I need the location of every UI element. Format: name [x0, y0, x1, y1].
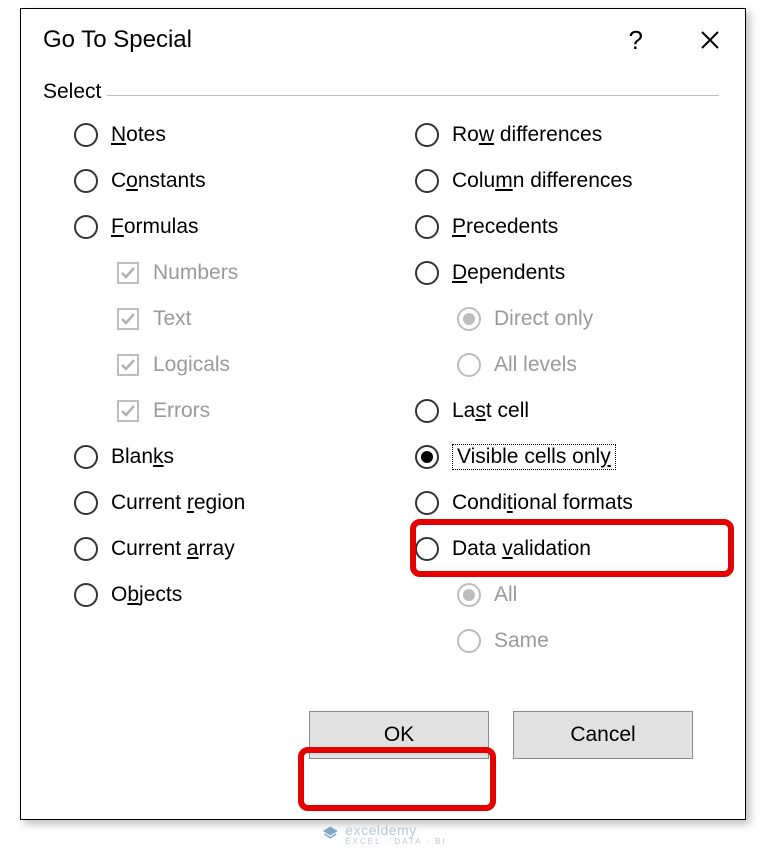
option-blanks[interactable]: Blanks — [47, 434, 378, 480]
radio-icon — [415, 399, 439, 423]
checkbox-icon — [117, 308, 139, 330]
option-numbers: Numbers — [47, 250, 378, 296]
option-formulas[interactable]: Formulas — [47, 204, 378, 250]
left-column: Notes Constants Formulas Numbers — [47, 112, 378, 664]
option-data-validation[interactable]: Data validation — [388, 526, 719, 572]
radio-icon — [74, 215, 98, 239]
label-data-validation: Data validation — [452, 537, 591, 561]
label-numbers: Numbers — [153, 261, 238, 285]
label-column-differences: Column differences — [452, 169, 633, 193]
label-blanks: Blanks — [111, 445, 174, 469]
watermark-tag: EXCEL · DATA · BI — [345, 838, 446, 846]
radio-icon — [457, 583, 481, 607]
radio-icon — [415, 445, 439, 469]
label-dependents: Dependents — [452, 261, 565, 285]
titlebar: Go To Special ? — [21, 9, 745, 71]
option-same: Same — [388, 618, 719, 664]
checkbox-icon — [117, 354, 139, 376]
label-direct-only: Direct only — [494, 307, 593, 331]
radio-icon — [457, 629, 481, 653]
label-same: Same — [494, 629, 549, 653]
label-current-array: Current array — [111, 537, 235, 561]
option-current-array[interactable]: Current array — [47, 526, 378, 572]
watermark: exceldemy EXCEL · DATA · BI — [321, 822, 446, 846]
radio-icon — [415, 215, 439, 239]
label-errors: Errors — [153, 399, 210, 423]
label-all-levels: All levels — [494, 353, 577, 377]
go-to-special-dialog: Go To Special ? Select Notes Constants — [20, 8, 746, 820]
radio-icon — [74, 445, 98, 469]
option-conditional-formats[interactable]: Conditional formats — [388, 480, 719, 526]
radio-icon — [415, 537, 439, 561]
ok-button[interactable]: OK — [309, 711, 489, 759]
radio-icon — [74, 537, 98, 561]
label-constants: Constants — [111, 169, 206, 193]
close-button[interactable] — [697, 27, 723, 53]
label-notes: Notes — [111, 123, 166, 147]
radio-icon — [415, 123, 439, 147]
radio-icon — [415, 261, 439, 285]
option-all-levels: All levels — [388, 342, 719, 388]
option-text: Text — [47, 296, 378, 342]
radio-icon — [74, 583, 98, 607]
option-dependents[interactable]: Dependents — [388, 250, 719, 296]
checkbox-icon — [117, 400, 139, 422]
checkbox-icon — [117, 262, 139, 284]
radio-icon — [457, 307, 481, 331]
option-last-cell[interactable]: Last cell — [388, 388, 719, 434]
label-conditional-formats: Conditional formats — [452, 491, 633, 515]
option-constants[interactable]: Constants — [47, 158, 378, 204]
button-row: OK Cancel — [47, 711, 719, 759]
close-icon — [698, 28, 722, 52]
label-text: Text — [153, 307, 192, 331]
select-group: Select Notes Constants Formulas — [47, 95, 719, 683]
label-current-region: Current region — [111, 491, 245, 515]
radio-icon — [74, 123, 98, 147]
radio-icon — [74, 169, 98, 193]
radio-icon — [457, 353, 481, 377]
radio-icon — [415, 491, 439, 515]
option-all: All — [388, 572, 719, 618]
option-current-region[interactable]: Current region — [47, 480, 378, 526]
label-objects: Objects — [111, 583, 182, 607]
label-formulas: Formulas — [111, 215, 199, 239]
option-column-differences[interactable]: Column differences — [388, 158, 719, 204]
label-last-cell: Last cell — [452, 399, 529, 423]
option-notes[interactable]: Notes — [47, 112, 378, 158]
group-label: Select — [43, 80, 107, 104]
option-visible-cells-only[interactable]: Visible cells only — [388, 434, 719, 480]
option-row-differences[interactable]: Row differences — [388, 112, 719, 158]
label-visible-cells-only: Visible cells only — [452, 444, 616, 470]
label-all: All — [494, 583, 517, 607]
option-errors: Errors — [47, 388, 378, 434]
watermark-brand: exceldemy — [345, 822, 416, 838]
option-objects[interactable]: Objects — [47, 572, 378, 618]
dialog-title: Go To Special — [43, 26, 192, 54]
cancel-button[interactable]: Cancel — [513, 711, 693, 759]
radio-icon — [415, 169, 439, 193]
right-column: Row differences Column differences Prece… — [388, 112, 719, 664]
label-row-differences: Row differences — [452, 123, 602, 147]
option-direct-only: Direct only — [388, 296, 719, 342]
option-precedents[interactable]: Precedents — [388, 204, 719, 250]
label-precedents: Precedents — [452, 215, 558, 239]
option-logicals: Logicals — [47, 342, 378, 388]
help-button[interactable]: ? — [629, 25, 643, 56]
label-logicals: Logicals — [153, 353, 230, 377]
radio-icon — [74, 491, 98, 515]
watermark-logo-icon — [321, 825, 339, 843]
